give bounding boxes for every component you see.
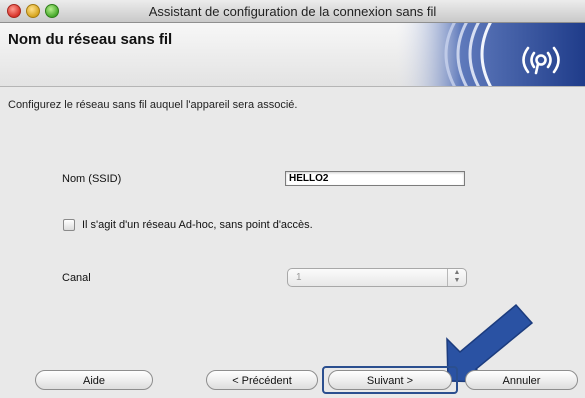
ssid-input[interactable] — [285, 171, 465, 186]
help-button[interactable]: Aide — [35, 370, 153, 390]
instruction-text: Configurez le réseau sans fil auquel l'a… — [8, 99, 298, 111]
channel-select-value: 1 — [296, 272, 302, 283]
wireless-banner — [395, 23, 585, 86]
page-header: Nom du réseau sans fil — [0, 23, 585, 87]
next-button[interactable]: Suivant > — [328, 370, 452, 390]
updown-arrows-icon: ▲ ▼ — [447, 269, 466, 286]
channel-select[interactable]: 1 ▲ ▼ — [287, 268, 467, 287]
ssid-label: Nom (SSID) — [62, 173, 122, 185]
wizard-window: Assistant de configuration de la connexi… — [0, 0, 585, 398]
content-area: Configurez le réseau sans fil auquel l'a… — [0, 87, 585, 398]
previous-button[interactable]: < Précédent — [206, 370, 318, 390]
adhoc-label: Il s'agit d'un réseau Ad-hoc, sans point… — [82, 219, 313, 231]
cancel-button[interactable]: Annuler — [465, 370, 578, 390]
window-title: Assistant de configuration de la connexi… — [148, 4, 437, 19]
title-bar: Assistant de configuration de la connexi… — [0, 0, 585, 23]
adhoc-checkbox[interactable] — [63, 219, 75, 231]
channel-label: Canal — [62, 272, 91, 284]
page-title: Nom du réseau sans fil — [8, 31, 173, 48]
